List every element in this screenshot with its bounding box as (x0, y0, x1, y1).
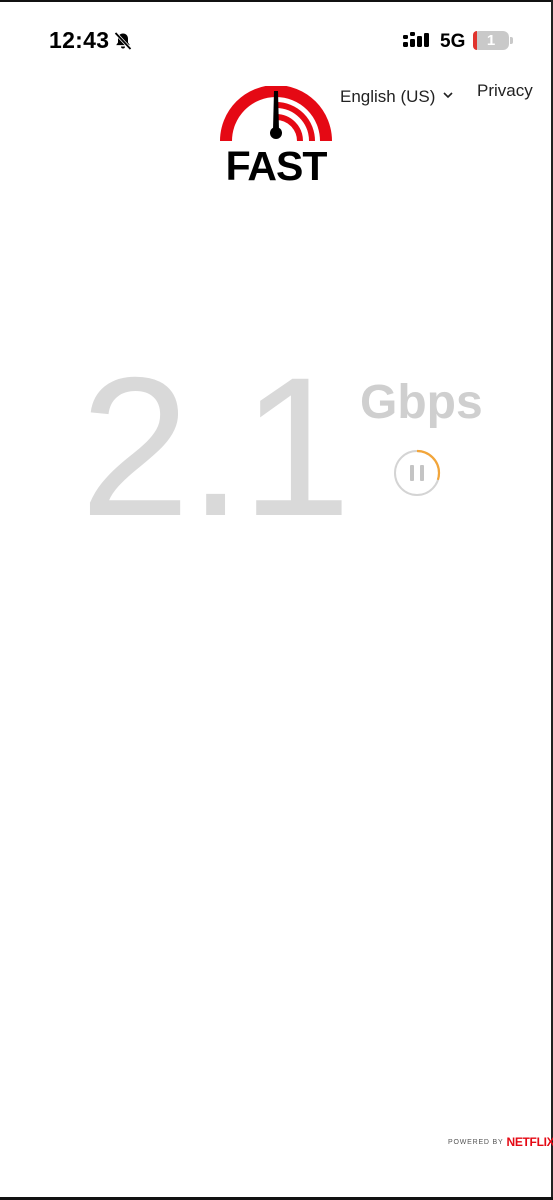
bell-slash-icon (114, 31, 132, 51)
netflix-logo: NETFLIX (506, 1135, 553, 1149)
language-label: English (US) (340, 87, 436, 106)
powered-by-netflix[interactable]: POWERED BY NETFLIX (448, 1133, 553, 1149)
logo-text: FAST (225, 143, 328, 189)
privacy-link[interactable]: Privacy (477, 81, 533, 101)
pause-icon-right (420, 465, 424, 481)
chevron-down-icon (443, 84, 453, 104)
speedometer-icon (220, 86, 332, 142)
powered-by-label: POWERED BY (448, 1139, 504, 1146)
battery-icon: 1 (473, 31, 509, 50)
speed-value: 2.1 (80, 336, 351, 557)
language-select[interactable]: English (US) (340, 84, 453, 108)
fast-logo[interactable]: FAST (219, 86, 333, 189)
network-type: 5G (440, 31, 466, 52)
pause-icon-left (410, 465, 414, 481)
signal-icon (403, 32, 429, 47)
status-bar: 12:43 5G 1 (0, 0, 553, 70)
pause-button[interactable] (392, 448, 442, 498)
battery-level: 1 (486, 32, 496, 49)
battery-tip (510, 37, 513, 44)
status-time: 12:43 (49, 27, 110, 53)
speed-unit: Gbps (360, 376, 483, 429)
